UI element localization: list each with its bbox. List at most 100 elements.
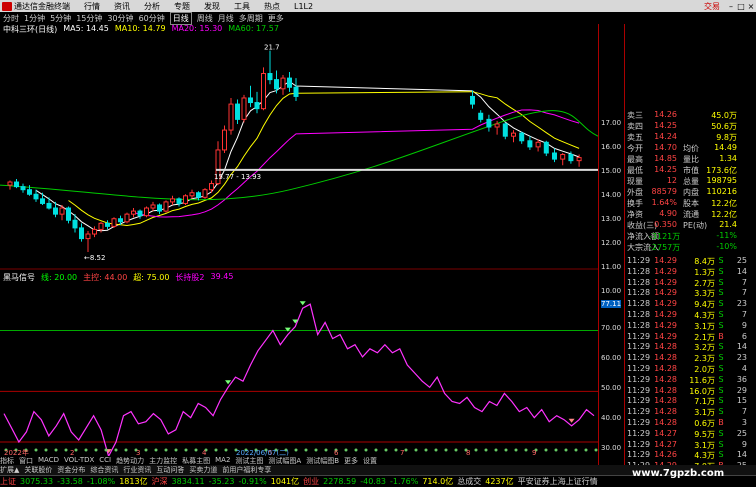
price-axis-tick: 10.00 bbox=[601, 287, 622, 295]
signal-dot bbox=[444, 448, 448, 452]
indicator-tab[interactable]: 设置 bbox=[363, 456, 377, 465]
tick-bs: S bbox=[718, 374, 724, 384]
tick-n: 36 bbox=[736, 374, 747, 384]
tick-vol: 11.6万 bbox=[689, 375, 715, 385]
extension-tab[interactable]: 扩展▲ bbox=[0, 465, 19, 475]
indicator-tab[interactable]: 窗口 bbox=[19, 456, 33, 465]
quote-key: 收益(三) bbox=[627, 221, 658, 230]
sh-value: 3075.33 bbox=[20, 477, 54, 486]
indicator-tab[interactable]: VOL-TDX bbox=[64, 456, 94, 465]
candle bbox=[222, 125, 227, 153]
candle bbox=[176, 197, 182, 207]
period-6[interactable]: 日线 bbox=[169, 11, 192, 25]
price-axis-tick: 11.00 bbox=[601, 263, 622, 271]
tick-vol: 16.0万 bbox=[689, 386, 715, 396]
tick-t: 11:29 bbox=[627, 374, 651, 384]
menu-hot[interactable]: 热点 bbox=[264, 1, 280, 12]
extension-tab[interactable]: 关联股价 bbox=[24, 465, 52, 475]
signal-dot bbox=[414, 448, 418, 452]
period-4[interactable]: 30分钟 bbox=[107, 13, 133, 24]
extension-tab[interactable]: 互动问答 bbox=[156, 465, 184, 475]
quote-key: 外盘 bbox=[627, 188, 643, 197]
indicator-tab[interactable]: 测试幅图A bbox=[268, 456, 301, 465]
candle bbox=[105, 220, 110, 230]
candle bbox=[40, 192, 45, 205]
tick-t: 11:29 bbox=[627, 407, 651, 417]
indicator-tab[interactable]: 测试幅图B bbox=[306, 456, 339, 465]
period-0[interactable]: 分时 bbox=[3, 13, 19, 24]
x-tick: 8 bbox=[466, 449, 470, 456]
candle bbox=[46, 197, 52, 210]
indicator-chart[interactable]: 2022年 2 3 4 5 6 7 8 92022/06/07(二) bbox=[0, 282, 598, 456]
sh-label[interactable]: 上证 bbox=[0, 476, 16, 487]
hs-label[interactable]: 沪深 bbox=[152, 476, 168, 487]
cy-label[interactable]: 创业 bbox=[303, 476, 319, 487]
cy-change: -40.83 bbox=[360, 477, 387, 486]
candle bbox=[228, 97, 234, 135]
indicator-tab[interactable]: 趋势动力 bbox=[116, 456, 144, 465]
tick-t: 11:28 bbox=[627, 320, 651, 330]
trade-button[interactable]: 交易 bbox=[704, 1, 720, 12]
period-3[interactable]: 15分钟 bbox=[76, 13, 102, 24]
candle bbox=[248, 85, 253, 108]
tick-vol: 0.6万 bbox=[694, 419, 715, 428]
indicator-tab[interactable]: 更多 bbox=[344, 456, 358, 465]
period-10[interactable]: 更多 bbox=[268, 13, 284, 24]
price-chart[interactable]: 21.7 ←8.52 15.77 - 13.93 bbox=[0, 34, 598, 270]
tick-t: 11:29 bbox=[627, 342, 651, 352]
extension-tab[interactable]: 综合资讯 bbox=[90, 465, 118, 475]
menu-news[interactable]: 资讯 bbox=[114, 1, 130, 12]
signal-dot bbox=[214, 448, 218, 452]
extension-tab[interactable]: 前用户福利专享 bbox=[222, 465, 271, 475]
indicator-param-c: 超: 75.00 bbox=[133, 273, 170, 282]
close-icon[interactable]: × bbox=[746, 2, 756, 11]
maximize-icon[interactable]: □ bbox=[736, 2, 746, 11]
indicator-tab[interactable]: 主力监控 bbox=[149, 456, 177, 465]
extension-tab[interactable]: 行业资讯 bbox=[123, 465, 151, 475]
period-8[interactable]: 月线 bbox=[218, 13, 234, 24]
extension-tab[interactable]: 资金分布 bbox=[57, 465, 85, 475]
tick-p: 14.29 bbox=[654, 256, 677, 265]
menu-tools[interactable]: 工具 bbox=[234, 1, 250, 12]
tick-bs: S bbox=[718, 266, 724, 276]
minimize-icon[interactable]: – bbox=[726, 2, 736, 11]
tick-row: 11:28 14.29 3.3万 S 7 bbox=[627, 288, 755, 299]
indicator-tab[interactable]: MA2 bbox=[215, 456, 230, 465]
tick-p: 14.28 bbox=[654, 418, 677, 427]
period-5[interactable]: 60分钟 bbox=[139, 13, 165, 24]
indicator-tab[interactable]: MACD bbox=[38, 456, 59, 465]
quote-key: 今开 bbox=[627, 144, 643, 153]
tick-vol: 2.1万 bbox=[694, 332, 715, 342]
x-tick: 9 bbox=[532, 449, 536, 456]
period-9[interactable]: 多周期 bbox=[239, 13, 263, 24]
sh-change: -33.58 bbox=[57, 477, 83, 486]
quote-value: 14.26 bbox=[654, 110, 677, 119]
signal-dot bbox=[224, 448, 228, 452]
menu-analysis[interactable]: 分析 bbox=[144, 1, 160, 12]
price-axis-tick: 16.00 bbox=[601, 143, 622, 151]
tick-n: 25 bbox=[736, 428, 747, 438]
tick-p: 14.29 bbox=[654, 288, 677, 298]
period-7[interactable]: 周线 bbox=[197, 13, 213, 24]
tick-vol: 3.3万 bbox=[694, 289, 715, 299]
period-2[interactable]: 5分钟 bbox=[50, 13, 71, 24]
indicator-tab[interactable]: 指标 bbox=[0, 456, 14, 465]
menu-discover[interactable]: 发现 bbox=[204, 1, 220, 12]
quote-row: 卖四 14.25 50.6万 bbox=[627, 121, 755, 132]
extension-tab[interactable]: 买卖力道 bbox=[189, 465, 217, 475]
quote-key2: 均价 bbox=[683, 144, 699, 153]
tick-vol: 9.5万 bbox=[694, 429, 715, 439]
indicator-tab[interactable]: 私募主图 bbox=[182, 456, 210, 465]
period-1[interactable]: 1分钟 bbox=[24, 13, 45, 24]
candle bbox=[189, 189, 195, 199]
menu-quotes[interactable]: 行情 bbox=[84, 1, 100, 12]
indicator-tab[interactable]: 测试主图 bbox=[235, 456, 263, 465]
tick-n: 29 bbox=[736, 385, 747, 395]
tick-p: 14.28 bbox=[654, 385, 677, 395]
broker-name: 平安证券上海上证行情 bbox=[517, 477, 598, 486]
tick-n: 4 bbox=[741, 364, 747, 373]
indicator-name[interactable]: 黑马信号 bbox=[3, 272, 35, 282]
menu-topics[interactable]: 专题 bbox=[174, 1, 190, 12]
indicator-tab[interactable]: CCI bbox=[99, 456, 111, 465]
menu-l1l2[interactable]: L1L2 bbox=[294, 2, 313, 11]
